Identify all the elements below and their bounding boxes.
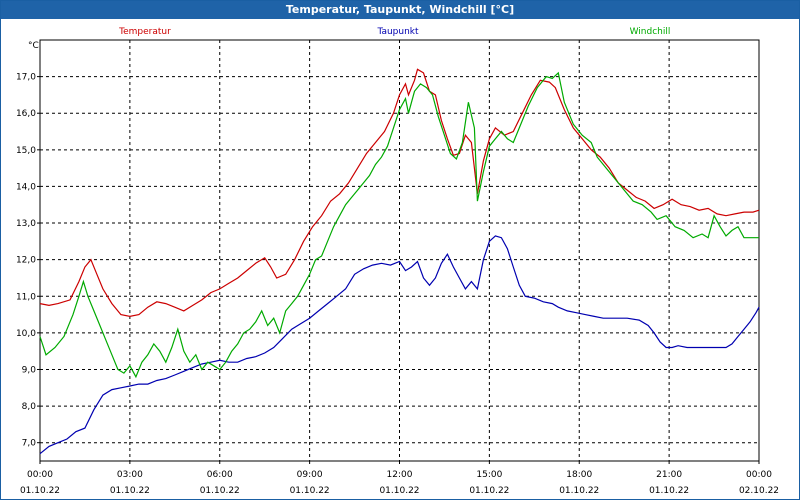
x-tick-time: 00:00	[27, 470, 53, 480]
x-tick-date: 01.10.22	[559, 486, 599, 496]
legend-taupunkt: Taupunkt	[376, 27, 419, 37]
x-tick-date: 02.10.22	[739, 486, 779, 496]
y-tick-label: 10,0	[16, 329, 36, 339]
x-tick-time: 06:00	[207, 470, 233, 480]
y-tick-label: 14,0	[16, 182, 36, 192]
x-tick-date: 01.10.22	[469, 486, 509, 496]
y-tick-label: 8,0	[22, 402, 37, 412]
y-axis-label: °C	[28, 41, 39, 51]
y-tick-label: 11,0	[16, 292, 36, 302]
x-tick-date: 01.10.22	[20, 486, 60, 496]
legend-temperatur: Temperatur	[118, 27, 171, 37]
x-tick-time: 21:00	[656, 470, 682, 480]
y-axis: 7,0 8,0 9,0 10,0 11,0 12,0 13,0 14,0 15,0 16,0 17,…	[16, 73, 40, 449]
y-tick-label: 16,0	[16, 109, 36, 119]
y-tick-label: 7,0	[22, 439, 37, 449]
y-tick-label: 17,0	[16, 73, 36, 83]
x-tick-time: 12:00	[387, 470, 413, 480]
legend-windchill: Windchill	[630, 27, 671, 37]
x-axis: 00:00 01.10.22 03:00 01.10.22 06:00 01.10.22 0…	[20, 461, 779, 496]
x-tick-time: 03:00	[117, 470, 143, 480]
line-chart: 7,0 8,0 9,0 10,0 11,0 12,0 13,0 14,0 15,0 16,0 17,…	[16, 27, 779, 496]
x-tick-time: 00:00	[746, 470, 772, 480]
x-tick-date: 01.10.22	[200, 486, 240, 496]
y-tick-label: 12,0	[16, 256, 36, 266]
x-tick-date: 01.10.22	[379, 486, 419, 496]
x-tick-time: 09:00	[297, 470, 323, 480]
x-tick-date: 01.10.22	[290, 486, 330, 496]
x-tick-date: 01.10.22	[110, 486, 150, 496]
y-tick-label: 9,0	[22, 365, 37, 375]
x-tick-date: 01.10.22	[649, 486, 689, 496]
x-tick-time: 18:00	[566, 470, 592, 480]
x-tick-time: 15:00	[476, 470, 502, 480]
y-tick-label: 13,0	[16, 219, 36, 229]
y-tick-label: 15,0	[16, 146, 36, 156]
